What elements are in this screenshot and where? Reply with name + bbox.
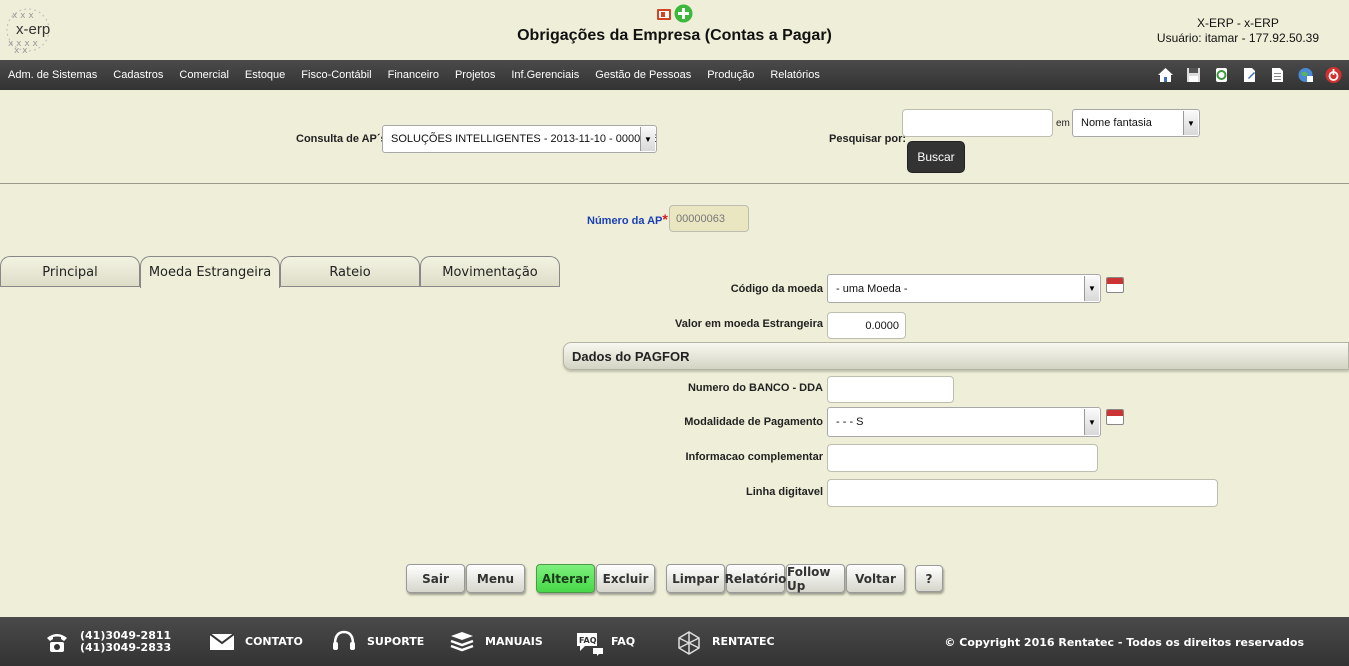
footer-suporte[interactable]: SUPORTE (331, 617, 424, 666)
codigo-moeda-value: - uma Moeda - (836, 282, 908, 295)
menu-relatorios[interactable]: Relatórios (762, 69, 828, 81)
menu-button[interactable]: Menu (466, 564, 525, 593)
menu-gestao-pessoas[interactable]: Gestão de Pessoas (587, 69, 699, 81)
required-mark: * (662, 211, 668, 227)
manuais-label: MANUAIS (485, 635, 543, 648)
save-icon[interactable] (1184, 66, 1203, 84)
search-field-value: Nome fantasia (1081, 117, 1152, 129)
suporte-label: SUPORTE (367, 635, 425, 648)
add-icon[interactable] (674, 4, 693, 23)
user-line: Usuário: itamar - 177.92.50.39 (1156, 31, 1319, 45)
phone-2: (41)3049-2833 (80, 640, 172, 654)
numero-ap-label: Número da AP* (587, 211, 668, 227)
menu-fisco-contabil[interactable]: Fisco-Contábil (293, 69, 379, 81)
menu-cadastros[interactable]: Cadastros (105, 69, 171, 81)
books-icon (449, 630, 475, 654)
numero-ap-label-text: Número da AP (587, 215, 663, 227)
menu-producao[interactable]: Produção (699, 69, 762, 81)
info-input[interactable] (827, 444, 1098, 472)
recycle-icon[interactable] (1212, 66, 1231, 84)
consulta-value: SOLUÇÕES INTELLIGENTES - 2013-11-10 - 00… (391, 133, 657, 145)
valor-label: Valor em moeda Estrangeira (675, 318, 823, 330)
headset-icon (331, 630, 357, 654)
contato-label: CONTATO (245, 635, 303, 648)
copyright: © Copyright 2016 Rentatec - Todos os dir… (944, 636, 1304, 649)
divider (0, 183, 1349, 184)
document-edit-icon[interactable] (1240, 66, 1259, 84)
codigo-moeda-label: Código da moeda (730, 283, 823, 295)
chevron-down-icon[interactable]: ▼ (1084, 276, 1099, 301)
buscar-button[interactable]: Buscar (907, 141, 965, 173)
footer-rentatec[interactable]: RENTATEC (676, 617, 775, 666)
faq-label: FAQ (611, 635, 636, 648)
section-title: Dados do PAGFOR (572, 348, 690, 364)
svg-text:x x: x x (14, 46, 28, 54)
info-label: Informacao complementar (685, 451, 823, 463)
followup-button[interactable]: Follow Up (786, 564, 845, 593)
footer-faq[interactable]: FAQ FAQ (575, 617, 635, 666)
phone-numbers: (41)3049-2811 (41)3049-2833 (80, 628, 172, 654)
power-icon[interactable] (1324, 66, 1343, 84)
footer-manuais[interactable]: MANUAIS (449, 617, 543, 666)
valor-input[interactable] (827, 312, 906, 339)
excluir-button[interactable]: Excluir (596, 564, 655, 593)
svg-text:x x x: x x x (12, 11, 34, 21)
rentatec-logo-icon (676, 630, 702, 655)
footer-phone[interactable]: (41)3049-2811 (41)3049-2833 (44, 617, 171, 666)
globe-icon[interactable] (1296, 66, 1315, 84)
alterar-button[interactable]: Alterar (536, 564, 595, 593)
menu-adm-sistemas[interactable]: Adm. de Sistemas (0, 69, 105, 81)
home-icon[interactable] (1156, 66, 1175, 84)
faq-bubble-icon: FAQ (575, 630, 603, 656)
codigo-moeda-select[interactable]: - uma Moeda - ▼ (827, 274, 1101, 303)
consulta-label: Consulta de AP´s (296, 133, 387, 145)
footer-contato[interactable]: CONTATO (209, 617, 303, 666)
banco-input[interactable] (827, 376, 954, 403)
menu-icons (1156, 66, 1343, 84)
search-field-select[interactable]: Nome fantasia ▼ (1072, 109, 1200, 137)
menu-estoque[interactable]: Estoque (237, 69, 293, 81)
footer: (41)3049-2811 (41)3049-2833 CONTATO SUPO… (0, 617, 1349, 666)
voltar-button[interactable]: Voltar (846, 564, 905, 593)
powerpoint-icon[interactable] (656, 6, 672, 22)
page-title: Obrigações da Empresa (Contas a Pagar) (517, 27, 832, 44)
user-info: X-ERP - x-ERP Usuário: itamar - 177.92.5… (1157, 16, 1319, 46)
phone-1: (41)3049-2811 (80, 628, 172, 642)
chevron-down-icon[interactable]: ▼ (1183, 111, 1198, 135)
numero-ap-field (669, 205, 749, 232)
menu-inf-gerenciais[interactable]: Inf.Gerenciais (503, 69, 587, 81)
main-menu: Adm. de Sistemas Cadastros Comercial Est… (0, 60, 1349, 90)
sair-button[interactable]: Sair (406, 564, 465, 593)
rentatec-label: RENTATEC (712, 635, 775, 648)
envelope-icon (209, 630, 235, 654)
help-button[interactable]: ? (915, 565, 943, 592)
menu-comercial[interactable]: Comercial (171, 69, 237, 81)
calendar-icon[interactable] (1106, 409, 1124, 425)
banco-label: Numero do BANCO - DDA (687, 382, 823, 394)
header: x x x x x x x x x x-erp Obrigações da Em… (0, 0, 1349, 60)
faq-icon-text: FAQ (579, 636, 597, 645)
chevron-down-icon[interactable]: ▼ (1084, 409, 1099, 435)
modalidade-label: Modalidade de Pagamento (684, 416, 823, 428)
linha-input[interactable] (827, 479, 1218, 507)
search-input[interactable] (902, 109, 1053, 137)
document-icon[interactable] (1268, 66, 1287, 84)
em-label: em (1056, 118, 1070, 129)
modalidade-value: - - - S (836, 416, 864, 428)
linha-label: Linha digitavel (745, 486, 823, 498)
menu-projetos[interactable]: Projetos (447, 69, 503, 81)
modalidade-select[interactable]: - - - S ▼ (827, 407, 1101, 437)
menu-financeiro[interactable]: Financeiro (380, 69, 447, 81)
calendar-icon[interactable] (1106, 277, 1124, 293)
phone-icon (44, 630, 70, 654)
limpar-button[interactable]: Limpar (666, 564, 725, 593)
relatorio-button[interactable]: Relatório (725, 564, 786, 593)
chevron-down-icon[interactable]: ▼ (640, 127, 655, 151)
pagfor-section-header: Dados do PAGFOR (563, 342, 1349, 370)
consulta-select[interactable]: SOLUÇÕES INTELLIGENTES - 2013-11-10 - 00… (382, 125, 657, 153)
system-name: X-ERP - x-ERP (1197, 16, 1279, 30)
pesquisar-label: Pesquisar por: (829, 133, 907, 145)
top-icons (656, 4, 693, 23)
